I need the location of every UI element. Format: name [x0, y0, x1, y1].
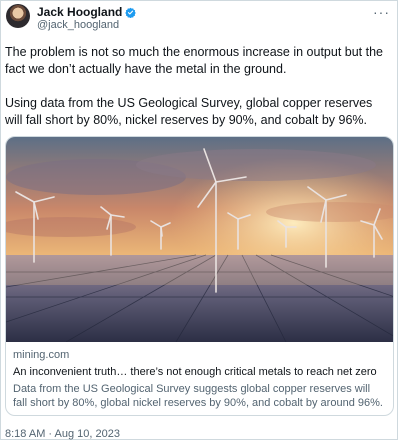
- verified-badge-icon: [125, 7, 137, 18]
- tweet-paragraph-1: The problem is not so much the enormous …: [5, 45, 383, 76]
- link-preview-image[interactable]: [6, 137, 394, 342]
- tweet-paragraph-2: Using data from the US Geological Survey…: [5, 96, 373, 127]
- author-handle[interactable]: @jack_hoogland: [37, 19, 119, 31]
- link-card-body[interactable]: mining.com An inconvenient truth… there’…: [13, 349, 387, 410]
- avatar[interactable]: [6, 4, 30, 28]
- tweet-text: The problem is not so much the enormous …: [5, 44, 393, 129]
- link-title[interactable]: An inconvenient truth… there’s not enoug…: [13, 366, 387, 378]
- link-domain[interactable]: mining.com: [13, 349, 387, 361]
- more-options-icon[interactable]: ···: [373, 4, 390, 20]
- link-description[interactable]: Data from the US Geological Survey sugge…: [13, 382, 387, 410]
- tweet-timestamp[interactable]: 8:18 AM · Aug 10, 2023: [5, 428, 120, 440]
- author-name-row[interactable]: Jack Hoogland: [37, 5, 137, 19]
- link-preview-card[interactable]: mining.com An inconvenient truth… there’…: [5, 136, 394, 416]
- author-name[interactable]: Jack Hoogland: [37, 5, 122, 19]
